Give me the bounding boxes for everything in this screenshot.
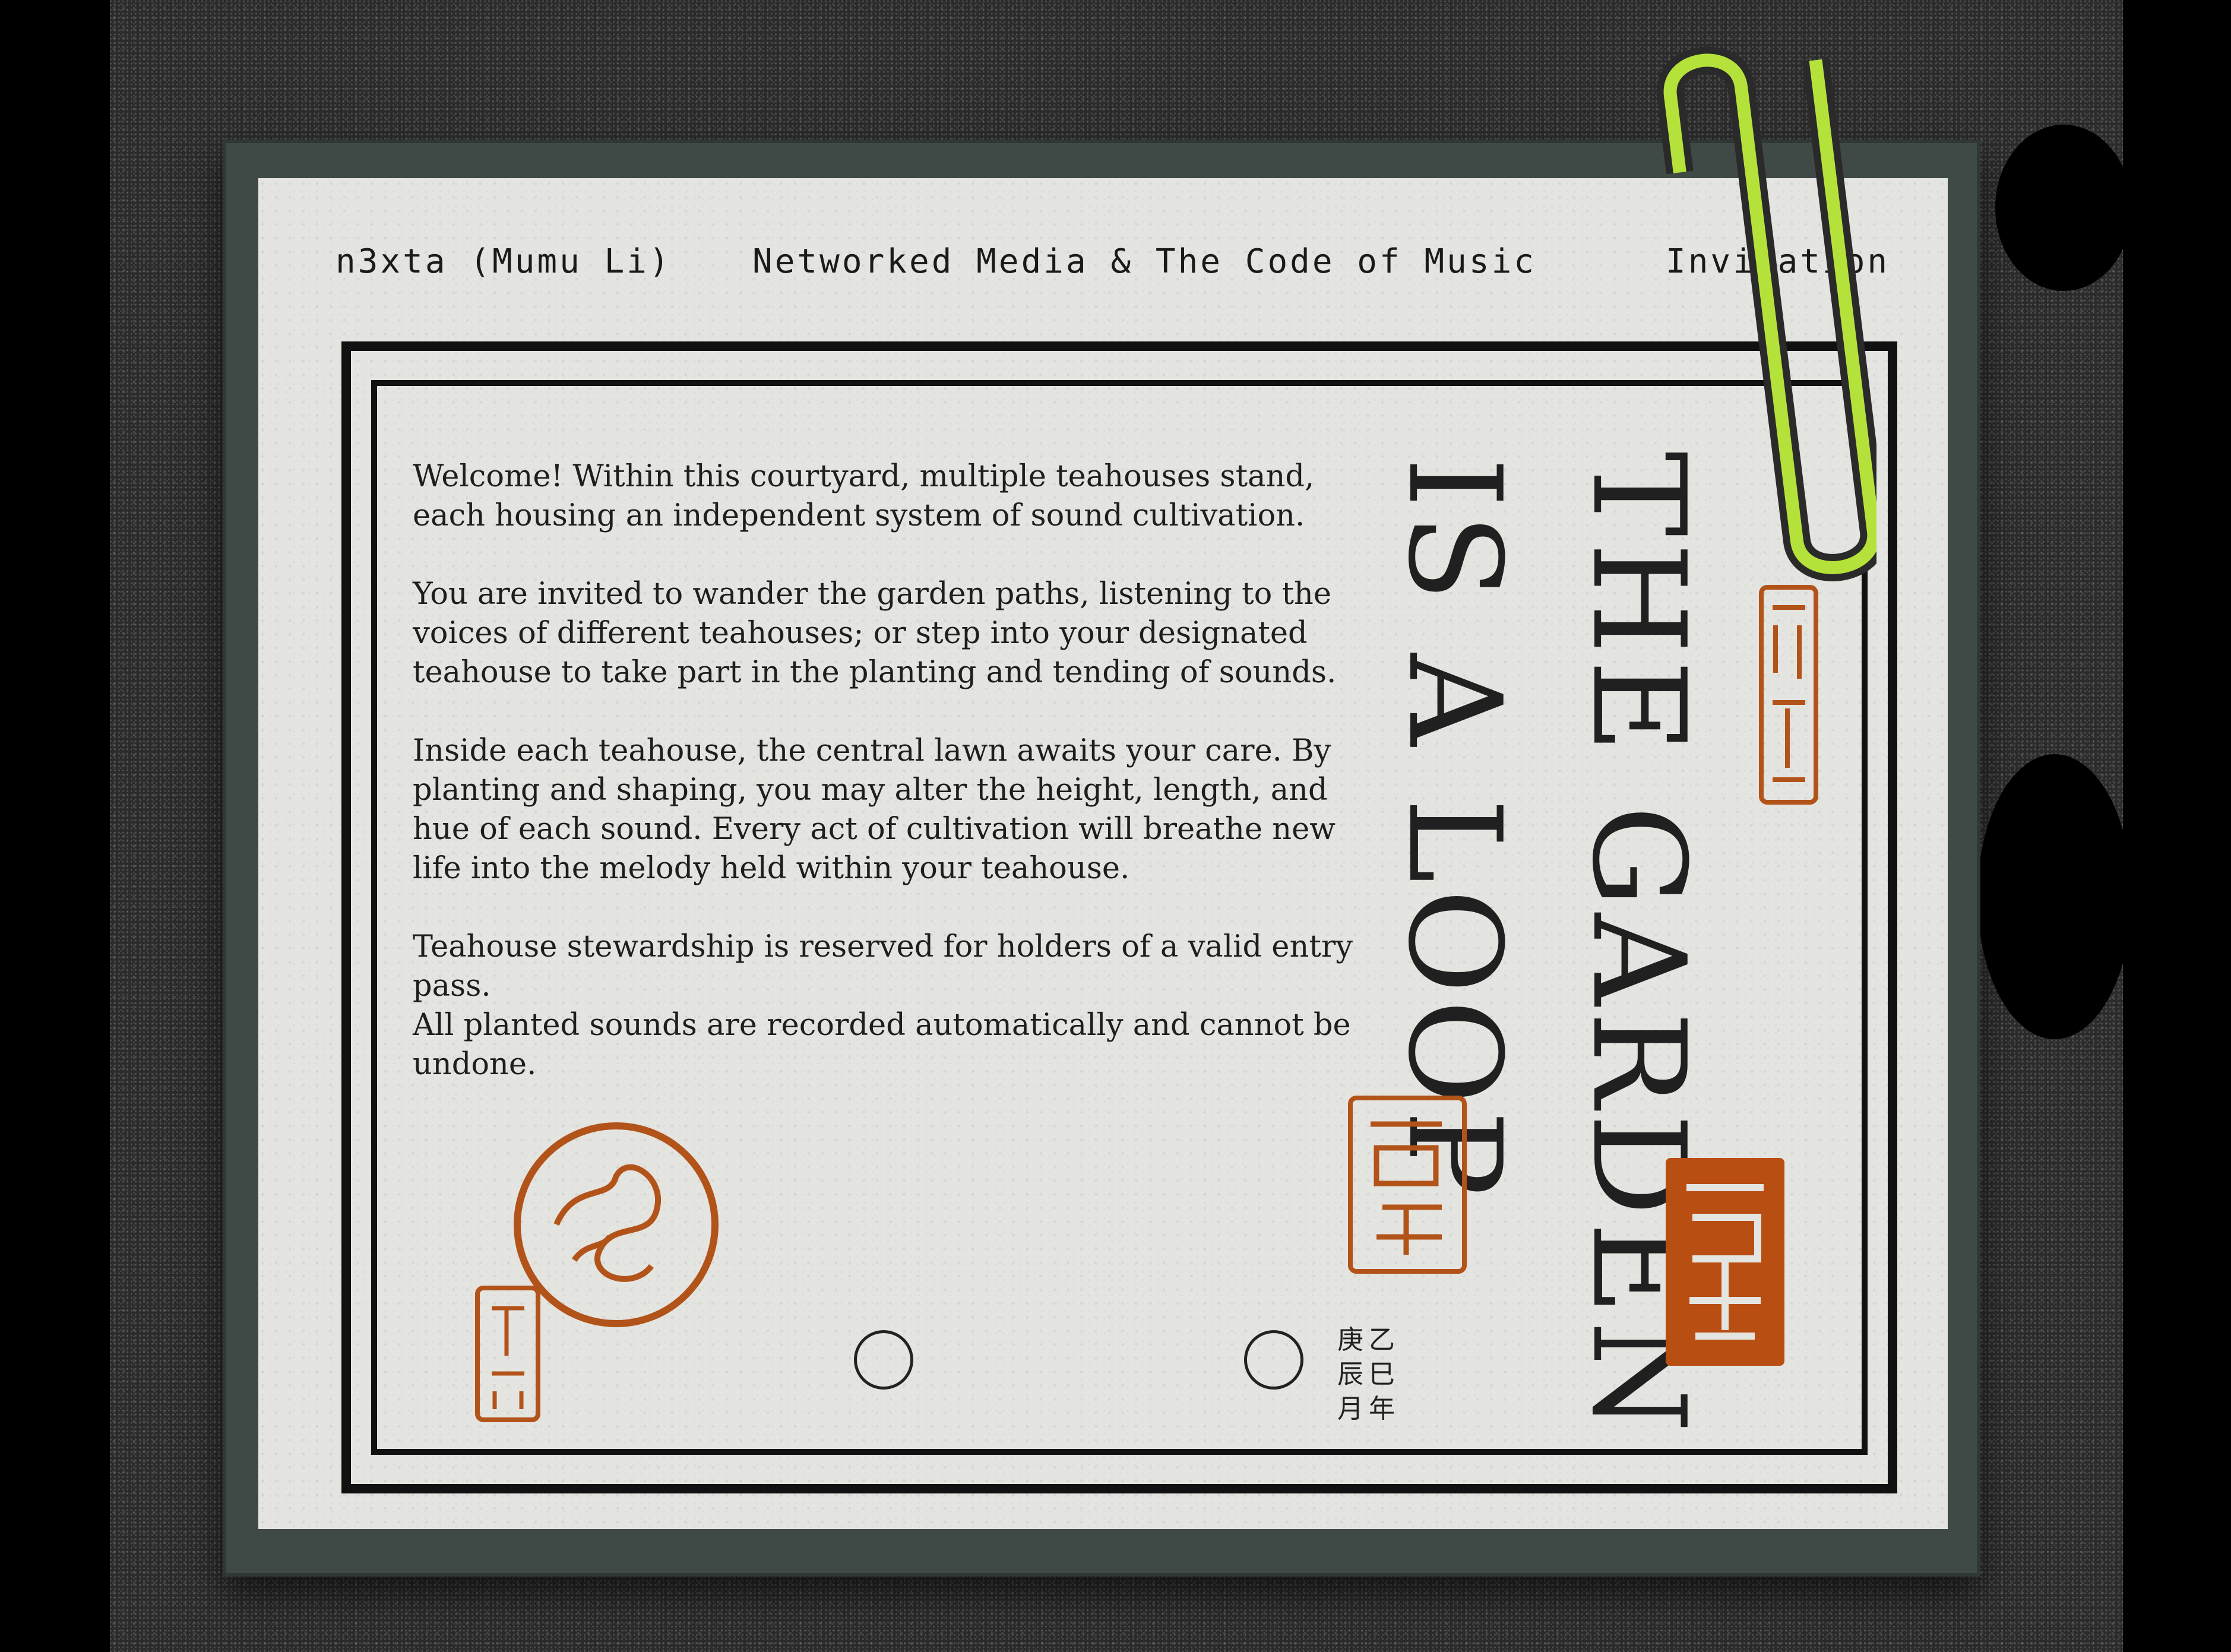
paragraph-stewardship: Teahouse stewardship is reserved for hol…	[413, 929, 1353, 1004]
punch-hole-right	[1244, 1330, 1303, 1390]
date-column-left: 庚 辰 月	[1337, 1323, 1367, 1426]
seal-glyph-icon	[1371, 1121, 1442, 1255]
seal-stamp-small	[475, 1286, 540, 1422]
date-char: 月	[1337, 1394, 1363, 1424]
header-course: Networked Media & The Code of Music	[752, 242, 1537, 281]
seal-stamp-top-right	[1759, 585, 1818, 805]
seal-stamp-filled	[1666, 1158, 1784, 1366]
invitation-body: Welcome! Within this courtyard, multiple…	[413, 457, 1378, 1084]
date-char: 乙	[1369, 1325, 1395, 1355]
paragraph-welcome: Welcome! Within this courtyard, multiple…	[413, 459, 1315, 533]
paragraph-cultivation: Inside each teahouse, the central lawn a…	[413, 733, 1336, 886]
seal-glyph-icon	[1773, 605, 1805, 782]
seal-stamp-round	[514, 1122, 719, 1327]
seal-glyph-icon	[1686, 1184, 1764, 1340]
date-char: 年	[1369, 1394, 1395, 1424]
background-hole-top	[1995, 125, 2132, 291]
seal-stamp-mid	[1348, 1096, 1467, 1274]
date-column-right: 乙 巳 年	[1369, 1323, 1398, 1426]
header-author: n3xta (Mumu Li)	[336, 242, 672, 281]
background-hole-middle	[1977, 754, 2132, 1039]
dragon-motif-icon	[553, 1164, 662, 1282]
paperclip-icon	[1656, 46, 1876, 581]
seal-glyph-icon	[492, 1306, 524, 1409]
date-char: 庚	[1337, 1325, 1363, 1355]
title-line-2: IS A LOOP	[1380, 457, 1529, 1202]
punch-hole-left	[854, 1330, 913, 1390]
date-char: 辰	[1337, 1359, 1363, 1390]
paragraph-wander: You are invited to wander the garden pat…	[413, 577, 1337, 690]
paragraph-recorded: All planted sounds are recorded automati…	[413, 1008, 1351, 1082]
date-char: 巳	[1369, 1359, 1395, 1390]
